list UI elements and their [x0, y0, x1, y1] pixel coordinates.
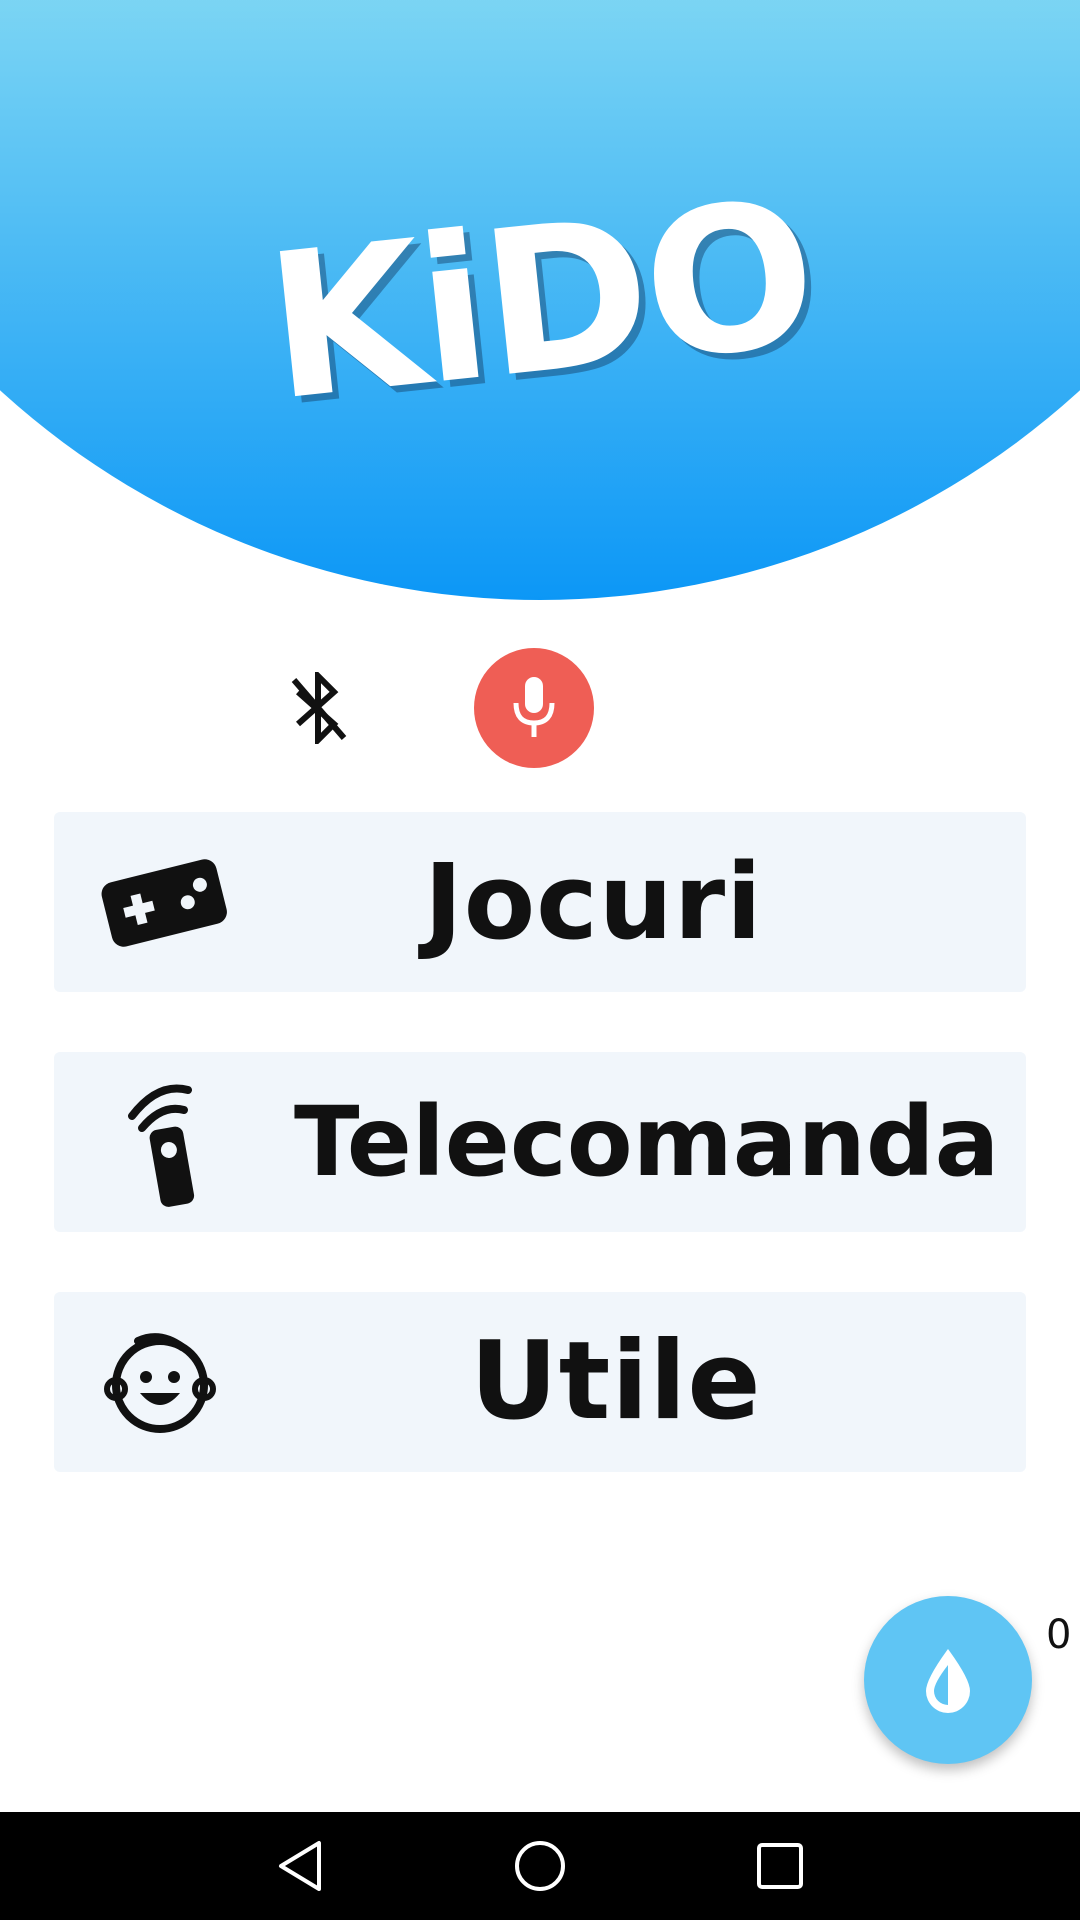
drop-count: 0: [1046, 1612, 1072, 1658]
menu-item-jocuri[interactable]: Jocuri: [54, 812, 1026, 992]
water-drop-icon: [926, 1649, 970, 1713]
baby-face-icon: [90, 1292, 230, 1472]
back-button[interactable]: [240, 1812, 360, 1920]
microphone-button[interactable]: [474, 648, 594, 768]
home-button[interactable]: [480, 1812, 600, 1920]
home-circle-icon: [515, 1841, 565, 1891]
menu-item-telecomanda[interactable]: Telecomanda: [54, 1052, 1026, 1232]
recents-square-icon: [757, 1843, 803, 1889]
gamepad-icon: [94, 812, 234, 992]
menu-item-utile[interactable]: Utile: [54, 1292, 1026, 1472]
bluetooth-disabled-icon[interactable]: [288, 668, 350, 748]
menu-item-label: Jocuri: [424, 841, 763, 963]
recents-button[interactable]: [720, 1812, 840, 1920]
microphone-icon: [513, 677, 555, 737]
remote-control-icon: [98, 1052, 238, 1232]
menu-item-label: Utile: [470, 1319, 762, 1444]
navigation-bar: [0, 1812, 1080, 1920]
water-drop-button[interactable]: [864, 1596, 1032, 1764]
app-screen: KiDO Jocuri Telecomanda Utile 0: [0, 0, 1080, 1920]
menu-item-label: Telecomanda: [294, 1086, 1000, 1198]
back-triangle-icon: [279, 1841, 321, 1891]
